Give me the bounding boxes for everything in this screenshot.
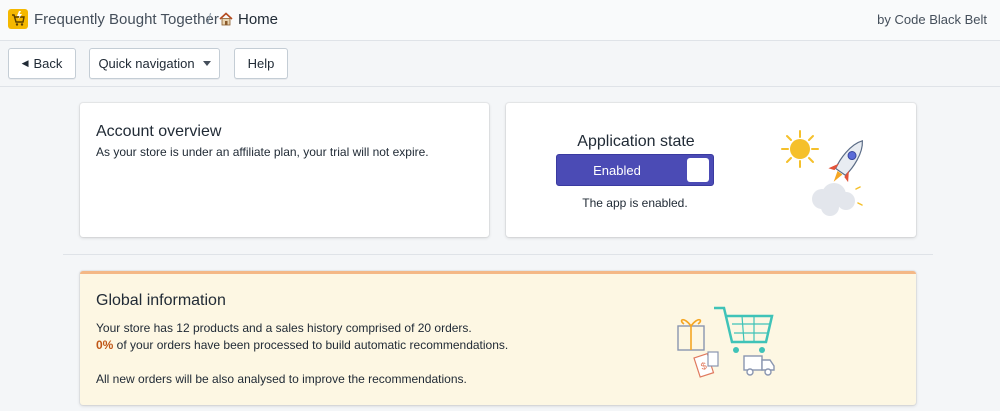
back-button[interactable]: ◀ Back [8, 48, 76, 79]
quick-navigation-button[interactable]: Quick navigation [89, 48, 220, 79]
app-logo-icon [8, 9, 28, 29]
breadcrumb-current-page: Home [238, 11, 279, 28]
rocket-illustration-icon [778, 127, 866, 217]
global-information-title: Global information [96, 292, 226, 309]
application-state-card: Application state Enabled The app is ena… [506, 103, 916, 237]
account-overview-description: As your store is under an affiliate plan… [96, 145, 429, 159]
section-divider [63, 254, 933, 255]
toolbar-divider [0, 86, 1000, 87]
account-overview-title: Account overview [96, 123, 222, 140]
top-bar: Frequently Bought Together / Home by Cod… [0, 0, 1000, 41]
orders-processed-percent: 0% [96, 338, 114, 352]
back-arrow-icon: ◀ [21, 58, 29, 68]
back-button-label: Back [33, 56, 63, 71]
global-information-banner: Global information Your store has 12 pro… [80, 271, 916, 405]
app-enabled-toggle[interactable]: Enabled [556, 154, 714, 186]
application-state-title: Application state [577, 133, 695, 150]
chevron-down-icon [202, 61, 211, 66]
store-summary-text: Your store has 12 products and a sales h… [96, 321, 472, 335]
app-status-text: The app is enabled. [582, 196, 688, 210]
orders-processed-text: 0% of your orders have been processed to… [96, 337, 516, 354]
breadcrumb-app-name[interactable]: Frequently Bought Together [34, 11, 219, 28]
toggle-label: Enabled [593, 163, 641, 178]
account-overview-card: Account overview As your store is under … [80, 103, 489, 237]
orders-processed-description: of your orders have been processed to bu… [113, 338, 509, 352]
breadcrumb-separator: / [207, 11, 212, 28]
toggle-knob [687, 158, 709, 182]
new-orders-text: All new orders will be also analysed to … [96, 372, 467, 386]
home-icon [218, 11, 234, 27]
shopping-cart-illustration-icon: $ [674, 302, 778, 380]
help-button[interactable]: Help [234, 48, 288, 79]
developer-byline: by Code Black Belt [877, 12, 987, 27]
quick-navigation-label: Quick navigation [98, 56, 195, 71]
help-button-label: Help [247, 56, 275, 71]
